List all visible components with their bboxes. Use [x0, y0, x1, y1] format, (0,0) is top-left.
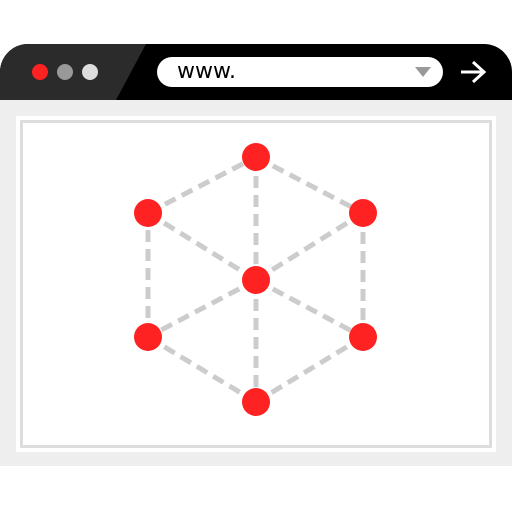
url-text[interactable]: www. [177, 58, 236, 86]
browser-window: www. [0, 44, 512, 466]
title-bar-accent [0, 44, 146, 100]
chevron-down-icon[interactable] [415, 67, 431, 77]
title-bar: www. [0, 44, 512, 100]
arrow-right-icon[interactable] [458, 58, 488, 86]
content-border [20, 120, 492, 448]
page-frame [0, 100, 512, 466]
maximize-dot[interactable] [82, 64, 98, 80]
close-dot[interactable] [32, 64, 48, 80]
minimize-dot[interactable] [57, 64, 73, 80]
address-bar[interactable]: www. [157, 57, 443, 87]
content-area [16, 116, 496, 452]
